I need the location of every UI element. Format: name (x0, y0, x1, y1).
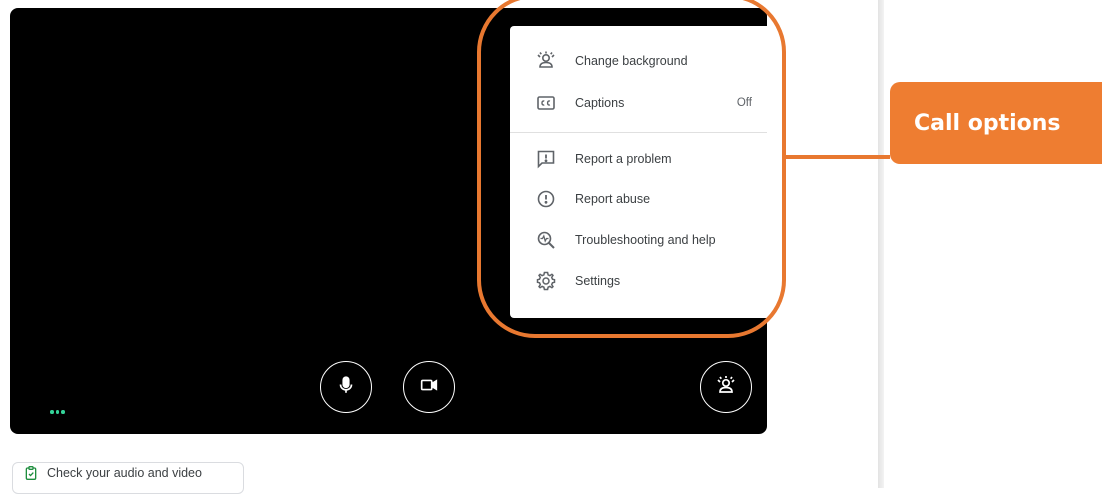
microphone-button[interactable] (320, 361, 372, 413)
report-problem-icon (534, 147, 558, 171)
menu-item-settings[interactable]: Settings (510, 261, 767, 301)
captions-status: Off (736, 97, 752, 109)
meeting-main-area: Change background Captions Off Report a … (0, 0, 878, 494)
menu-divider (510, 132, 767, 133)
camera-button[interactable] (403, 361, 455, 413)
check-audio-video-label: Check your audio and video (47, 466, 202, 480)
menu-item-troubleshooting[interactable]: Troubleshooting and help (510, 220, 767, 260)
menu-item-label: Change background (575, 54, 688, 68)
video-preview: Change background Captions Off Report a … (10, 8, 767, 434)
troubleshoot-icon (534, 228, 558, 252)
menu-item-label: Settings (575, 274, 621, 288)
menu-item-label: Troubleshooting and help (575, 233, 716, 247)
menu-item-report-abuse[interactable]: Report abuse (510, 179, 767, 219)
menu-item-captions[interactable]: Captions Off (510, 83, 767, 123)
menu-item-label: Report a problem (575, 152, 672, 166)
menu-item-report-problem[interactable]: Report a problem (510, 139, 767, 179)
menu-item-change-background[interactable]: Change background (510, 41, 767, 81)
camera-icon (417, 374, 441, 401)
microphone-icon (335, 374, 357, 401)
menu-item-label: Report abuse (575, 192, 651, 206)
callout-label-text: Call options (914, 110, 1061, 136)
callout-label: Call options (890, 82, 1102, 164)
visual-effects-button[interactable] (700, 361, 752, 413)
call-options-menu: Change background Captions Off Report a … (510, 26, 767, 318)
check-audio-video-button[interactable]: Check your audio and video (12, 462, 244, 494)
report-abuse-icon (534, 187, 558, 211)
callout-connector-line (786, 155, 890, 159)
gear-icon (534, 269, 558, 293)
more-options-icon[interactable] (50, 410, 65, 414)
background-person-icon (534, 49, 558, 73)
right-panel (884, 0, 1112, 488)
menu-item-label: Captions (575, 96, 625, 110)
background-person-icon (714, 373, 738, 402)
clipboard-check-icon (23, 465, 39, 481)
cc-icon (534, 91, 558, 115)
